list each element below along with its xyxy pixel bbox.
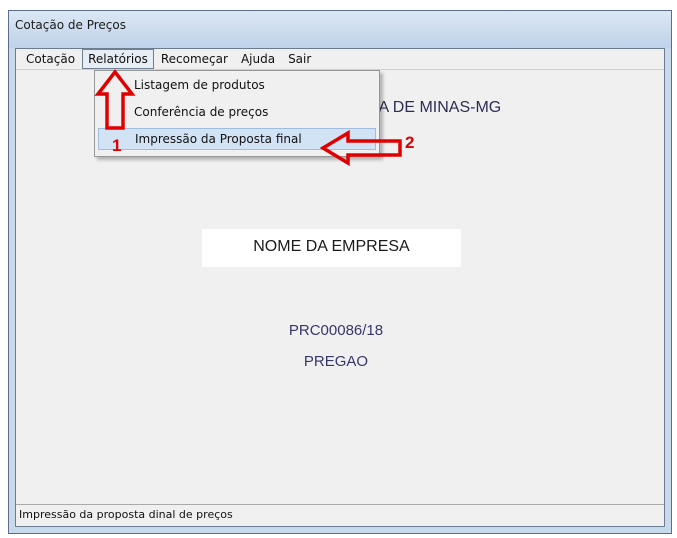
menu-bar: Cotação Relatórios Recomeçar Ajuda Sair — [16, 49, 664, 70]
menu-sair[interactable]: Sair — [282, 49, 317, 69]
annotation-arrow-left-icon — [319, 129, 402, 167]
menu-recomecar[interactable]: Recomeçar — [155, 49, 234, 69]
menu-item-conferencia-precos[interactable]: Conferência de preços — [98, 101, 376, 123]
annotation-step-2: 2 — [405, 133, 415, 152]
process-number: PRC00086/18 — [288, 322, 384, 339]
header-title: RA DE MINAS-MG — [367, 99, 502, 116]
menu-relatorios[interactable]: Relatórios — [82, 49, 154, 69]
window-title: Cotação de Preços — [15, 18, 126, 32]
annotation-step-1: 1 — [112, 136, 122, 155]
menu-item-listagem-produtos[interactable]: Listagem de produtos — [98, 74, 376, 96]
menu-cotacao[interactable]: Cotação — [20, 49, 81, 69]
status-bar: Impressão da proposta dinal de preços — [16, 504, 664, 526]
company-name: NOME DA EMPRESA — [253, 238, 410, 255]
title-bar[interactable]: Cotação de Preços — [9, 11, 671, 48]
menu-ajuda[interactable]: Ajuda — [235, 49, 281, 69]
company-name-box: NOME DA EMPRESA — [202, 229, 461, 267]
annotation-arrow-up-icon — [94, 69, 136, 130]
modality-label: PREGAO — [303, 353, 369, 370]
